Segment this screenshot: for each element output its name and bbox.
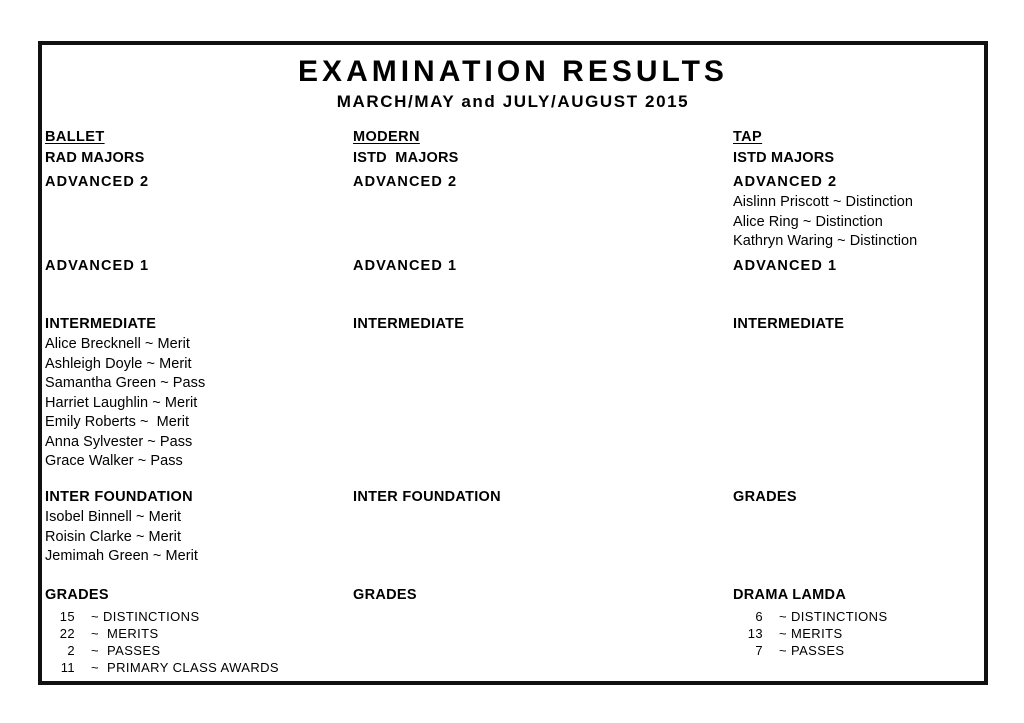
grade-count: 22 (59, 626, 75, 641)
grade-count: 11 (60, 660, 75, 675)
grade-summary-row: 13 ~ MERITS (733, 626, 983, 641)
section-heading-intermediate: INTERMEDIATE (353, 316, 465, 332)
section-heading-drama-lamda: DRAMA LAMDA (733, 587, 847, 603)
grade-label: ~ MERITS (779, 626, 843, 641)
grade-summary-row: 2 ~ PASSES (45, 643, 345, 658)
grade-summary-row: 22 ~ MERITS (45, 626, 345, 641)
section-heading-advanced-2: ADVANCED 2 (353, 174, 458, 190)
exam-board-modern: ISTD MAJORS (353, 150, 459, 166)
section-heading-advanced-2: ADVANCED 2 (45, 174, 150, 190)
grade-count: 13 (747, 626, 763, 641)
result-entry: Harriet Laughlin ~ Merit (45, 395, 198, 411)
grade-count: 15 (59, 609, 75, 624)
result-entry: Roisin Clarke ~ Merit (45, 529, 182, 545)
result-entry: Kathryn Waring ~ Distinction (733, 233, 918, 249)
section-heading-intermediate: INTERMEDIATE (733, 316, 845, 332)
result-entry: Emily Roberts ~ Merit (45, 414, 190, 430)
grade-count: 7 (755, 643, 763, 658)
result-entry: Alice Ring ~ Distinction (733, 214, 883, 230)
result-entry: Isobel Binnell ~ Merit (45, 509, 182, 525)
exam-board-tap: ISTD MAJORS (733, 150, 835, 166)
result-entry: Grace Walker ~ Pass (45, 453, 183, 469)
discipline-heading-tap: TAP (733, 129, 763, 145)
result-entry: Samantha Green ~ Pass (45, 375, 206, 391)
section-heading-advanced-1: ADVANCED 1 (733, 258, 838, 274)
grade-label: ~ PASSES (91, 643, 161, 658)
exam-board-ballet: RAD MAJORS (45, 150, 145, 166)
section-heading-advanced-1: ADVANCED 1 (353, 258, 458, 274)
discipline-heading-modern: MODERN (353, 129, 420, 145)
results-poster: EXAMINATION RESULTS MARCH/MAY and JULY/A… (38, 41, 988, 685)
grade-summary-row: 15 ~ DISTINCTIONS (45, 609, 345, 624)
grade-count: 6 (755, 609, 763, 624)
grade-label: ~ DISTINCTIONS (91, 609, 200, 624)
grade-label: ~ MERITS (91, 626, 159, 641)
section-heading-intermediate: INTERMEDIATE (45, 316, 157, 332)
section-heading-inter-foundation: INTER FOUNDATION (353, 489, 501, 505)
grade-label: ~ PRIMARY CLASS AWARDS (91, 660, 280, 675)
section-heading-grades: GRADES (733, 489, 797, 505)
results-columns: BALLET RAD MAJORS ADVANCED 2 ADVANCED 1 … (42, 45, 984, 681)
result-entry: Anna Sylvester ~ Pass (45, 434, 193, 450)
grade-label: ~ DISTINCTIONS (779, 609, 888, 624)
result-entry: Alice Brecknell ~ Merit (45, 336, 190, 352)
section-heading-grades: GRADES (45, 587, 109, 603)
grade-summary-row: 11 ~ PRIMARY CLASS AWARDS (45, 660, 345, 675)
section-heading-inter-foundation: INTER FOUNDATION (45, 489, 193, 505)
section-heading-advanced-2: ADVANCED 2 (733, 174, 838, 190)
grade-count: 2 (67, 643, 75, 658)
grade-label: ~ PASSES (779, 643, 845, 658)
result-entry: Aislinn Priscott ~ Distinction (733, 194, 913, 210)
result-entry: Ashleigh Doyle ~ Merit (45, 356, 192, 372)
grade-summary-row: 7 ~ PASSES (733, 643, 983, 658)
result-entry: Jemimah Green ~ Merit (45, 548, 198, 564)
section-heading-advanced-1: ADVANCED 1 (45, 258, 150, 274)
discipline-heading-ballet: BALLET (45, 129, 105, 145)
section-heading-grades: GRADES (353, 587, 417, 603)
grade-summary-row: 6 ~ DISTINCTIONS (733, 609, 983, 624)
